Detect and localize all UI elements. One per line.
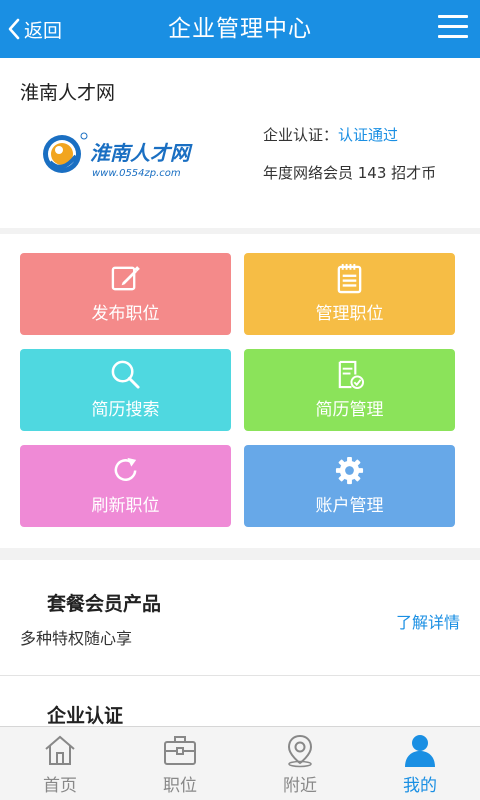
home-icon (45, 735, 75, 765)
logo-url: www.0554zp.com (92, 168, 181, 179)
company-card: 淮南人才网 淮南人才网 www.0554zp.com 企业认证：认证通过 年度网… (0, 58, 480, 278)
tile-label: 管理职位 (315, 304, 384, 324)
briefcase-icon (164, 736, 196, 765)
learn-more-link[interactable]: 了解详情 (396, 609, 460, 633)
tab-jobs[interactable]: 职位 (120, 727, 240, 800)
function-grid: 发布职位 管理职位 简历搜索 简历管理 刷新职位 账户管理 (0, 234, 480, 548)
refresh-job-tile[interactable]: 刷新职位 (20, 445, 231, 527)
resume-check-icon (338, 360, 365, 390)
hamburger-icon (438, 15, 468, 18)
certification-status: 企业认证：认证通过 (263, 124, 398, 145)
search-icon (111, 360, 140, 389)
divider (0, 675, 480, 676)
page-title: 企业管理中心 (168, 16, 312, 42)
manage-jobs-tile[interactable]: 管理职位 (244, 253, 455, 335)
tab-mine[interactable]: 我的 (360, 727, 480, 800)
edit-icon (111, 266, 140, 291)
tab-label: 职位 (163, 776, 197, 796)
tile-label: 账户管理 (315, 496, 384, 516)
tab-label: 首页 (43, 776, 77, 796)
location-pin-icon (287, 734, 313, 768)
resume-search-tile[interactable]: 简历搜索 (20, 349, 231, 431)
membership-info: 年度网络会员 143 招才币 (263, 164, 437, 182)
tile-label: 刷新职位 (91, 496, 160, 516)
company-name: 淮南人才网 (20, 82, 116, 104)
package-section: 套餐会员产品 多种特权随心享 了解详情 企业认证 (0, 560, 480, 728)
package-subtitle: 多种特权随心享 (20, 629, 133, 648)
package-title: 套餐会员产品 (47, 593, 162, 615)
logo-text: 淮南人才网 (90, 141, 193, 165)
tile-label: 简历搜索 (91, 400, 160, 420)
tile-label: 发布职位 (91, 304, 160, 324)
refresh-icon (114, 457, 137, 481)
bottom-tab-bar: 首页 职位 附近 我的 (0, 726, 480, 800)
notepad-icon (337, 263, 362, 294)
enterprise-auth-title[interactable]: 企业认证 (47, 701, 123, 728)
gear-icon (335, 456, 364, 485)
post-job-tile[interactable]: 发布职位 (20, 253, 231, 335)
tab-home[interactable]: 首页 (0, 727, 120, 800)
cert-status-value: 认证通过 (338, 126, 399, 144)
user-icon (405, 735, 435, 767)
tab-label: 附近 (283, 776, 317, 796)
cert-label: 企业认证： (263, 126, 339, 144)
header-bar: 返回 企业管理中心 (0, 0, 480, 58)
company-logo: 淮南人才网 www.0554zp.com (43, 132, 193, 179)
tab-nearby[interactable]: 附近 (240, 727, 360, 800)
tab-label: 我的 (403, 776, 437, 796)
resume-manage-tile[interactable]: 简历管理 (244, 349, 455, 431)
tile-label: 简历管理 (315, 400, 384, 420)
menu-button[interactable] (438, 15, 468, 41)
account-manage-tile[interactable]: 账户管理 (244, 445, 455, 527)
